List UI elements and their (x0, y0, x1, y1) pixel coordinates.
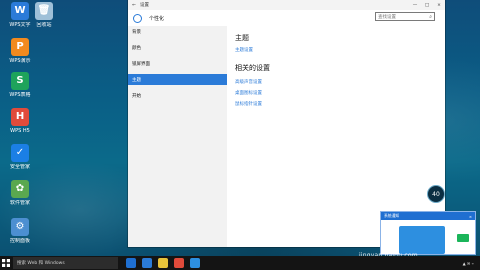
desktop: W WPS文字 🗑 回收站 P WPS演示 S WPS表格 H WPS H5 ✓… (0, 0, 480, 259)
advanced-sound-settings-link[interactable]: 高级声音设置 (235, 79, 437, 85)
notification-popup[interactable]: 系统通知 × (380, 211, 476, 255)
windows-logo-icon (2, 259, 10, 267)
window-titlebar: ← 设置 — □ × (128, 0, 445, 10)
edge-icon[interactable] (142, 258, 152, 268)
start-button[interactable] (0, 256, 12, 270)
floating-widget[interactable]: 40 (427, 185, 445, 203)
sidebar-item-colors[interactable]: 颜色 (128, 42, 227, 53)
settings-window: ← 设置 — □ × 个性化 ⌕ 背景 颜色 锁屏界面 主题 开始 主题 主题设… (128, 0, 445, 247)
popup-body (381, 220, 475, 256)
page-title: 个性化 (149, 15, 165, 22)
desktop-icon-software-manager[interactable]: ✿ 软件管家 (2, 180, 38, 206)
taskbar-search-text: 搜索 Web 和 Windows (17, 261, 65, 266)
taskbar-pinned-icons (126, 258, 206, 268)
popup-titlebar: 系统通知 × (381, 212, 475, 220)
search-icon[interactable]: ⌕ (429, 14, 432, 20)
wps-presentation-icon: P (11, 38, 29, 56)
sidebar-item-lock-screen[interactable]: 锁屏界面 (128, 58, 227, 69)
wps-spreadsheet-icon: S (11, 72, 29, 90)
popup-title: 系统通知 (384, 213, 400, 218)
minimize-icon[interactable]: — (409, 3, 421, 8)
recycle-bin-icon: 🗑 (35, 2, 53, 20)
system-tray: ▲ ✉ ⌁ (463, 261, 480, 266)
popup-close-icon[interactable]: × (469, 214, 472, 219)
sidebar-item-start[interactable]: 开始 (128, 90, 227, 101)
shield-check-icon: ✓ (11, 144, 29, 162)
wps-h5-icon: H (11, 108, 29, 126)
desktop-icon-wps-h5[interactable]: H WPS H5 (2, 108, 38, 134)
search-input[interactable] (378, 14, 426, 19)
settings-search[interactable]: ⌕ (375, 12, 435, 21)
store-icon[interactable] (174, 258, 184, 268)
close-icon[interactable]: × (433, 3, 445, 8)
desktop-icon-settings-link[interactable]: 桌面图标设置 (235, 90, 437, 96)
desktop-icon-control-panel[interactable]: ⚙ 控制面板 (2, 218, 38, 244)
mouse-pointer-settings-link[interactable]: 鼠标指针设置 (235, 101, 437, 107)
window-title: 设置 (140, 3, 149, 8)
settings-sidebar: 背景 颜色 锁屏界面 主题 开始 (128, 26, 227, 247)
sidebar-item-background[interactable]: 背景 (128, 26, 227, 37)
taskbar: 搜索 Web 和 Windows ▲ ✉ ⌁ (0, 256, 480, 270)
taskbar-search[interactable]: 搜索 Web 和 Windows (13, 257, 118, 269)
desktop-icon-wps-spreadsheet[interactable]: S WPS表格 (2, 72, 38, 98)
section-title: 主题 (235, 34, 249, 42)
popup-action-button[interactable] (457, 234, 469, 242)
sidebar-item-themes[interactable]: 主题 (128, 74, 227, 85)
app-icon[interactable] (190, 258, 200, 268)
tray-icons[interactable]: ▲ ✉ ⌁ (463, 261, 474, 266)
task-view-icon[interactable] (126, 258, 136, 268)
desktop-icon-recycle-bin[interactable]: 🗑 回收站 (26, 2, 62, 28)
maximize-icon[interactable]: □ (421, 3, 433, 8)
widget-value: 40 (432, 190, 440, 198)
file-explorer-icon[interactable] (158, 258, 168, 268)
desktop-icon-wps-presentation[interactable]: P WPS演示 (2, 38, 38, 64)
software-manager-icon: ✿ (11, 180, 29, 198)
control-panel-icon: ⚙ (11, 218, 29, 236)
related-settings-title: 相关的设置 (235, 64, 270, 72)
gear-icon (133, 13, 142, 23)
themes-settings-link[interactable]: 主题设置 (235, 47, 437, 53)
desktop-icon-security-manager[interactable]: ✓ 安全管家 (2, 144, 38, 170)
popup-image (399, 226, 445, 254)
back-arrow-icon[interactable]: ← (128, 3, 140, 8)
